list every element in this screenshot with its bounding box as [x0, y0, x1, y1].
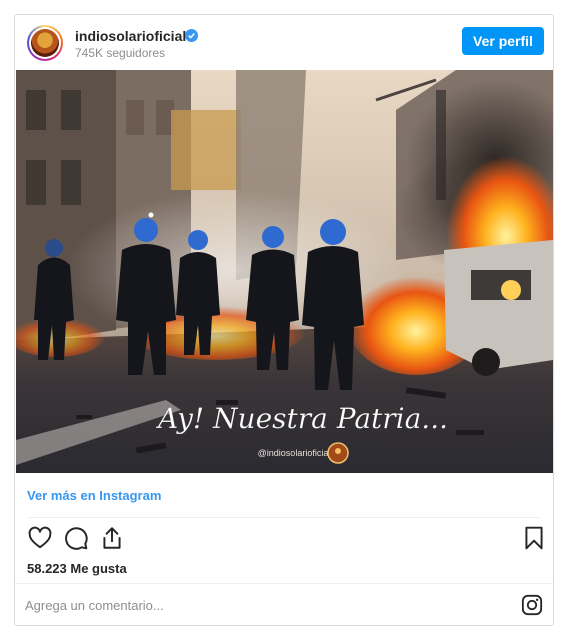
view-profile-button[interactable]: Ver perfil	[462, 27, 544, 55]
heart-icon[interactable]	[27, 525, 53, 551]
like-count: 58.223 Me gusta	[27, 561, 127, 576]
divider	[27, 517, 541, 518]
action-bar	[25, 525, 545, 555]
watermark-handle: @indiosolarioficial	[258, 448, 331, 458]
comment-input[interactable]	[25, 595, 445, 615]
avatar[interactable]	[27, 25, 63, 61]
verified-badge-icon	[185, 29, 198, 42]
share-icon[interactable]	[99, 525, 125, 551]
post-header: indiosolarioficial 745K seguidores Ver p…	[15, 15, 553, 70]
instagram-icon[interactable]	[521, 594, 543, 616]
comment-bar	[15, 583, 553, 626]
username[interactable]: indiosolarioficial	[75, 28, 186, 44]
comment-icon[interactable]	[63, 525, 89, 551]
bookmark-icon[interactable]	[521, 525, 547, 551]
post-image[interactable]: Ay! Nuestra Patria... @indiosolarioficia…	[16, 70, 553, 473]
view-more-link[interactable]: Ver más en Instagram	[27, 488, 161, 503]
overlay-caption: Ay! Nuestra Patria...	[155, 402, 448, 435]
instagram-embed-card: indiosolarioficial 745K seguidores Ver p…	[14, 14, 554, 626]
follower-count: 745K seguidores	[75, 46, 166, 60]
